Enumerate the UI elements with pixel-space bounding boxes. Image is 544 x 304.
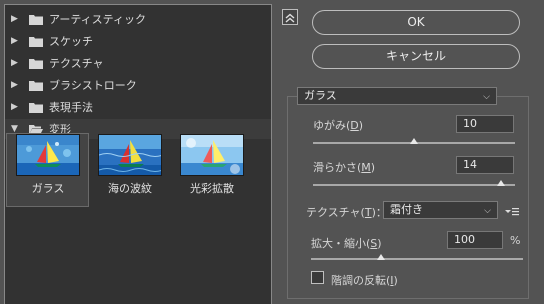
invert-label: 階調の反転(I)	[331, 274, 398, 287]
category-label: スケッチ	[49, 35, 93, 48]
category-label: ブラシストローク	[49, 79, 137, 92]
expand-triangle-icon[interactable]: ▶	[11, 14, 23, 24]
scaling-input[interactable]: 100	[447, 231, 503, 249]
cancel-button[interactable]: キャンセル	[312, 44, 520, 69]
collapse-gallery-button[interactable]	[282, 9, 298, 25]
texture-select-value: 霜付き	[390, 203, 423, 216]
texture-label: テクスチャ(T)：	[306, 206, 387, 219]
thumbnail-label-diffuse-glow: 光彩拡散	[190, 182, 234, 195]
scaling-slider-knob[interactable]	[376, 254, 385, 260]
scaling-unit: %	[510, 234, 521, 247]
filter-select-value: ガラス	[304, 89, 337, 102]
scaling-slider-track[interactable]	[311, 258, 523, 260]
category-artistic[interactable]: ▶ アーティスティック	[5, 9, 271, 29]
expand-triangle-icon[interactable]: ▶	[11, 58, 23, 68]
chevron-down-icon: ⌵	[484, 206, 491, 216]
expand-triangle-icon[interactable]: ▶	[11, 80, 23, 90]
chevron-down-icon: ⌵	[483, 92, 490, 102]
thumbnail-label-glass: ガラス	[31, 182, 65, 195]
distortion-label: ゆがみ(D)	[313, 119, 364, 132]
smoothness-input[interactable]: 14	[456, 156, 514, 174]
smoothness-slider-track[interactable]	[313, 184, 515, 186]
expand-triangle-icon[interactable]: ▶	[11, 36, 23, 46]
smoothness-label: 滑らかさ(M)	[313, 161, 376, 174]
thumbnail-label-ocean-ripple: 海の波紋	[108, 182, 152, 195]
expand-triangle-icon[interactable]: ▶	[11, 102, 23, 112]
ok-button[interactable]: OK	[312, 10, 520, 35]
folder-icon	[29, 14, 43, 25]
category-brush-strokes[interactable]: ▶ ブラシストローク	[5, 75, 271, 95]
scaling-label: 拡大・縮小(S)	[311, 237, 382, 250]
texture-menu-icon[interactable]	[505, 203, 519, 216]
folder-icon	[29, 80, 43, 91]
category-texture[interactable]: ▶ テクスチャ	[5, 53, 271, 73]
invert-checkbox[interactable]	[311, 271, 324, 284]
category-stylize[interactable]: ▶ 表現手法	[5, 97, 271, 117]
folder-icon	[29, 102, 43, 113]
texture-select[interactable]: 霜付き ⌵	[383, 201, 498, 219]
thumbnail-ocean-ripple[interactable]	[98, 134, 162, 176]
distortion-slider-knob[interactable]	[410, 138, 418, 144]
thumbnail-diffuse-glow[interactable]	[180, 134, 244, 176]
category-sketch[interactable]: ▶ スケッチ	[5, 31, 271, 51]
thumbnail-glass[interactable]	[16, 134, 80, 176]
folder-icon	[29, 36, 43, 47]
smoothness-slider-knob[interactable]	[496, 180, 505, 186]
category-label: テクスチャ	[49, 57, 104, 70]
category-label: 表現手法	[49, 101, 93, 114]
double-chevron-up-icon	[285, 13, 295, 23]
distortion-input[interactable]: 10	[456, 115, 514, 133]
filter-select[interactable]: ガラス ⌵	[297, 87, 497, 105]
category-label: アーティスティック	[49, 13, 147, 26]
folder-icon	[29, 58, 43, 69]
